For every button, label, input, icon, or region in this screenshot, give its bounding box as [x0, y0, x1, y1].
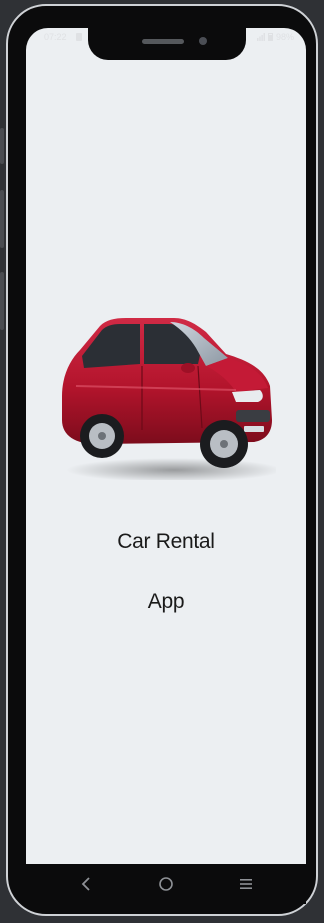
status-indicators: 98% — [256, 32, 294, 42]
status-time: 07:22 — [44, 32, 67, 42]
device-frame: 07:22 98% Car Rental App — [0, 0, 324, 923]
navigation-bar — [26, 864, 306, 904]
battery-level: 98% — [275, 32, 294, 42]
front-camera — [199, 37, 207, 45]
back-button[interactable] — [74, 872, 98, 896]
app-title-line1: Car Rental — [117, 530, 215, 553]
recents-button[interactable] — [234, 872, 258, 896]
back-icon — [81, 877, 90, 891]
battery-icon — [267, 33, 273, 41]
signal-icon — [256, 33, 265, 41]
volume-down-button — [0, 272, 4, 330]
speaker-grille — [142, 39, 184, 44]
home-button[interactable] — [154, 872, 178, 896]
car-image — [62, 318, 276, 480]
app-title-line2: App — [147, 590, 185, 613]
notification-icon — [76, 33, 82, 41]
app-screen: 07:22 98% Car Rental App — [26, 28, 306, 864]
power-button — [0, 128, 4, 164]
volume-up-button — [0, 190, 4, 248]
home-icon — [159, 877, 173, 891]
recents-icon — [240, 879, 252, 889]
